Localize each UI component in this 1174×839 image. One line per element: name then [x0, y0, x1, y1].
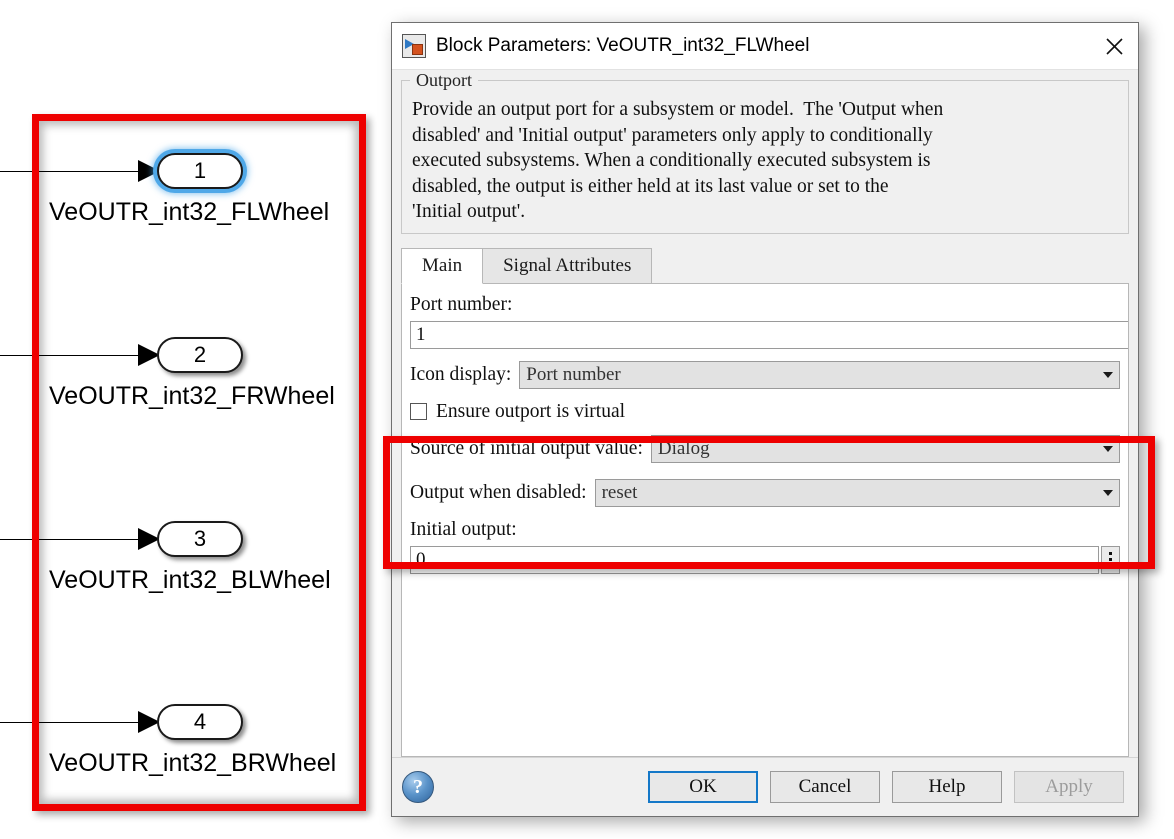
source-initial-output-row: Source of initial output value: Dialog: [410, 434, 1120, 463]
port-number-label: Port number:: [410, 293, 513, 315]
outport-port-number: 4: [193, 709, 207, 734]
chevron-down-icon: [1103, 371, 1113, 378]
outport-block-3[interactable]: 3: [157, 521, 243, 557]
icon-display-label: Icon display:: [410, 363, 512, 385]
vertical-ellipsis-icon[interactable]: [1101, 545, 1120, 574]
initial-output-label: Initial output:: [410, 518, 517, 540]
output-when-disabled-row: Output when disabled: reset: [410, 478, 1120, 507]
block-parameters-dialog: Block Parameters: VeOUTR_int32_FLWheel O…: [391, 22, 1139, 817]
close-icon[interactable]: [1090, 24, 1138, 69]
outport-block-label-2: VeOUTR_int32_FRWheel: [49, 382, 335, 410]
output-when-disabled-value: reset: [601, 481, 638, 503]
initial-output-input-row: 0: [410, 545, 1120, 574]
signal-line-4[interactable]: [0, 722, 150, 723]
output-when-disabled-dropdown[interactable]: reset: [594, 478, 1120, 507]
outport-port-number: 3: [193, 526, 207, 551]
help-button[interactable]: Help: [892, 771, 1002, 803]
outport-block-2[interactable]: 2: [157, 337, 243, 373]
icon-display-dropdown[interactable]: Port number: [519, 360, 1120, 389]
block-description-text: Provide an output port for a subsystem o…: [412, 99, 944, 222]
initial-output-input[interactable]: 0: [410, 545, 1099, 574]
port-number-input[interactable]: 1: [410, 320, 1128, 349]
output-when-disabled-label: Output when disabled:: [410, 481, 587, 503]
outport-block-1[interactable]: 1: [157, 153, 243, 189]
outport-block-label-3: VeOUTR_int32_BLWheel: [49, 566, 331, 594]
ensure-virtual-row[interactable]: Ensure outport is virtual: [410, 401, 1120, 423]
signal-line-3[interactable]: [0, 539, 150, 540]
help-question-icon[interactable]: ?: [402, 771, 434, 803]
dialog-title: Block Parameters: VeOUTR_int32_FLWheel: [436, 35, 810, 56]
initial-output-label-row: Initial output:: [410, 519, 1120, 541]
dialog-footer: ? OK Cancel Help Apply: [392, 757, 1138, 816]
tab-main[interactable]: Main: [401, 247, 484, 284]
tab-signal-attributes[interactable]: Signal Attributes: [482, 247, 653, 283]
ensure-outport-virtual-label: Ensure outport is virtual: [436, 400, 626, 422]
icon-display-value: Port number: [526, 363, 621, 385]
apply-button: Apply: [1014, 771, 1124, 803]
source-initial-output-label: Source of initial output value:: [410, 437, 643, 459]
outport-block-label-4: VeOUTR_int32_BRWheel: [49, 749, 337, 777]
ensure-outport-virtual-checkbox[interactable]: [410, 403, 427, 420]
icon-display-row: Icon display: Port number: [410, 360, 1120, 389]
outport-block-label-1: VeOUTR_int32_FLWheel: [49, 198, 330, 226]
outport-port-number: 2: [193, 342, 207, 367]
chevron-down-icon: [1103, 445, 1113, 452]
simulink-canvas[interactable]: 1 VeOUTR_int32_FLWheel 2 VeOUTR_int32_FR…: [0, 0, 380, 839]
source-initial-output-value: Dialog: [657, 437, 710, 459]
outport-port-number: 1: [193, 158, 207, 183]
port-number-label-row: Port number:: [410, 294, 1120, 316]
outport-description-group: Outport Provide an output port for a sub…: [401, 70, 1129, 234]
chevron-down-icon: [1103, 489, 1113, 496]
outport-block-4[interactable]: 4: [157, 704, 243, 740]
source-initial-output-dropdown[interactable]: Dialog: [650, 434, 1120, 463]
tab-panel-main: Port number: 1 Icon display: Port number…: [401, 283, 1129, 757]
signal-line-2[interactable]: [0, 355, 150, 356]
cancel-button[interactable]: Cancel: [770, 771, 880, 803]
simulink-block-icon: [402, 34, 426, 58]
dialog-tabstrip: Main Signal Attributes: [401, 247, 1129, 284]
dialog-titlebar: Block Parameters: VeOUTR_int32_FLWheel: [392, 23, 1138, 70]
ok-button[interactable]: OK: [648, 771, 758, 803]
signal-line-1[interactable]: [0, 171, 150, 172]
group-legend: Outport: [410, 70, 478, 91]
